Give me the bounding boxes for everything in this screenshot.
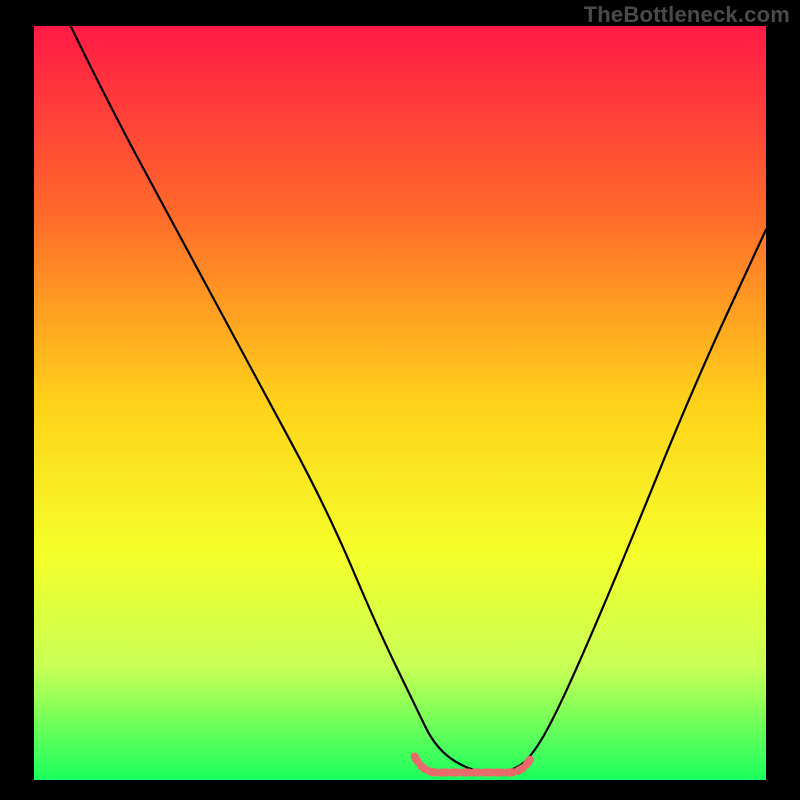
plot-background xyxy=(34,26,766,780)
bottleneck-chart xyxy=(0,0,800,800)
chart-frame: TheBottleneck.com xyxy=(0,0,800,800)
watermark-text: TheBottleneck.com xyxy=(584,2,790,28)
